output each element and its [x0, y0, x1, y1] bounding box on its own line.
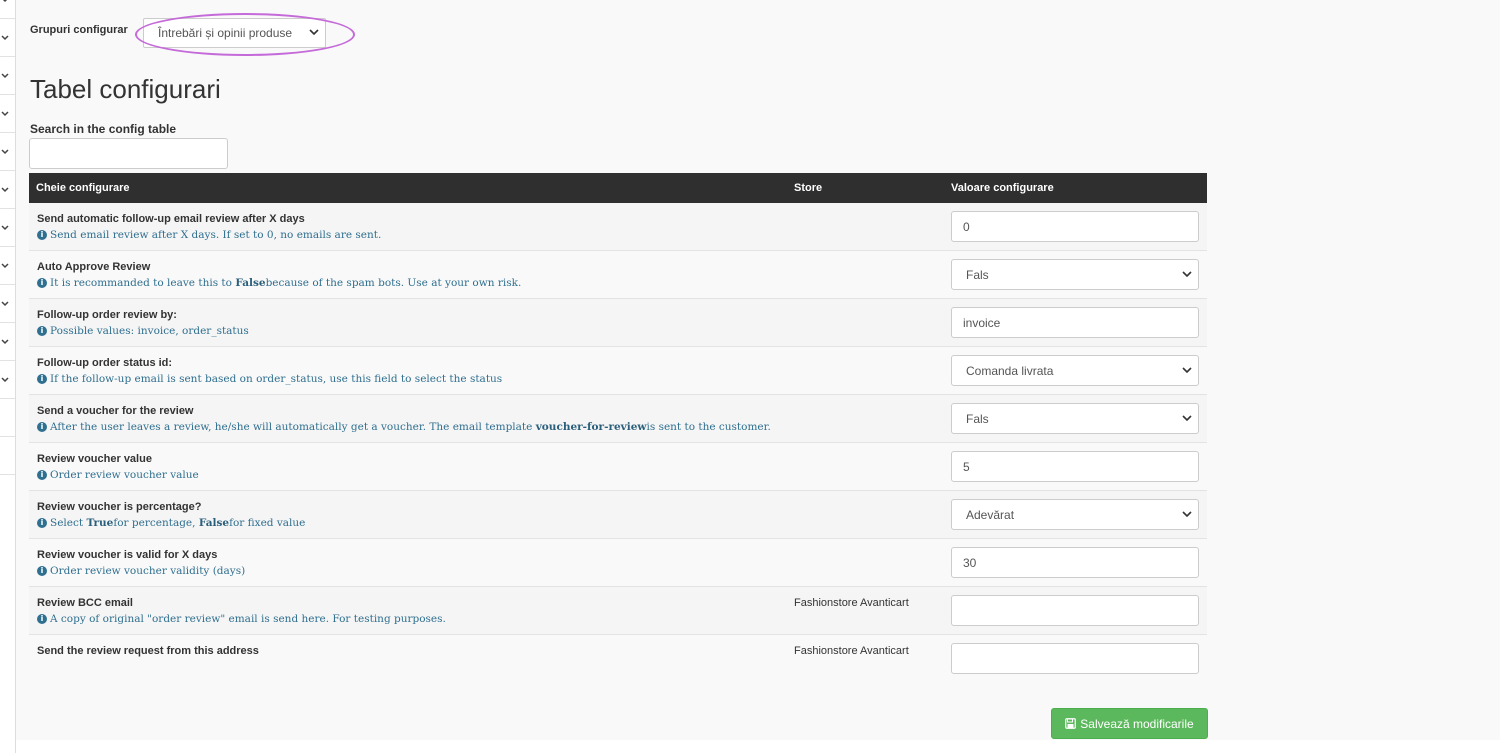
value-input[interactable] — [951, 643, 1199, 674]
row-title: Send the review request from this addres… — [37, 645, 259, 657]
row-description: i Possible values: invoice, order_status — [37, 325, 249, 337]
row-title: Follow-up order review by: — [37, 309, 177, 321]
info-circle-icon: i — [37, 470, 47, 480]
value-select[interactable]: Adevărat — [951, 499, 1199, 530]
sidebar-expand-toggle[interactable] — [0, 95, 15, 133]
column-header-key: Cheie configurare — [36, 182, 130, 194]
value-input[interactable]: 0 — [951, 211, 1199, 242]
sidebar-expand-toggle[interactable] — [0, 0, 15, 19]
row-title: Review voucher value — [37, 453, 152, 465]
chevron-down-icon — [1, 34, 9, 40]
table-row: Send the review request from this addres… — [29, 635, 1207, 682]
sidebar-item[interactable] — [0, 399, 15, 437]
page-title: Tabel configurari — [30, 74, 221, 104]
row-title: Auto Approve Review — [37, 261, 151, 273]
sidebar-expand-toggle[interactable] — [0, 209, 15, 247]
row-title: Follow-up order status id: — [37, 357, 173, 369]
config-table: Cheie configurare Store Valoare configur… — [29, 173, 1207, 682]
row-title: Review voucher is percentage? — [37, 501, 202, 513]
chevron-down-icon — [309, 29, 319, 36]
chevron-down-icon — [1182, 367, 1192, 374]
chevron-down-icon — [1, 262, 9, 268]
sidebar-expand-toggle[interactable] — [0, 57, 15, 95]
row-store: Fashionstore Avanticart — [794, 645, 909, 657]
row-description: i If the follow-up email is sent based on… — [37, 373, 502, 385]
row-title: Send a voucher for the review — [37, 405, 194, 417]
search-label: Search in the config table — [30, 122, 177, 136]
floppy-disk-icon — [1065, 718, 1077, 729]
table-header: Cheie configurare Store Valoare configur… — [29, 173, 1207, 203]
info-circle-icon: i — [37, 326, 47, 336]
sidebar-expand-toggle[interactable] — [0, 171, 15, 209]
row-description: i Send email review after X days. If set … — [37, 229, 381, 241]
chevron-down-icon — [1, 300, 9, 306]
row-title: Send automatic follow-up email review af… — [37, 213, 305, 225]
info-circle-icon: i — [37, 614, 47, 624]
info-circle-icon: i — [37, 422, 47, 432]
sidebar-expand-toggle[interactable] — [0, 285, 15, 323]
table-row: Send a voucher for the review i After the… — [29, 395, 1207, 443]
chevron-down-icon — [1182, 511, 1192, 518]
table-row: Send automatic follow-up email review af… — [29, 203, 1207, 251]
chevron-down-icon — [1, 376, 9, 382]
row-description: i Select True for percentage, False for f… — [37, 517, 305, 529]
table-row: Review voucher is percentage? i Select Tr… — [29, 491, 1207, 539]
table-row: Follow-up order review by: i Possible val… — [29, 299, 1207, 347]
sidebar-expand-toggle[interactable] — [0, 19, 15, 57]
chevron-down-icon — [1182, 415, 1192, 422]
save-changes-button[interactable]: Salvează modificarile — [1051, 708, 1208, 739]
sidebar-expand-toggle[interactable] — [0, 361, 15, 399]
column-header-value: Valoare configurare — [951, 182, 1054, 194]
chevron-down-icon — [1, 224, 9, 230]
sidebar-expand-toggle[interactable] — [0, 247, 15, 285]
row-description: i After the user leaves a review, he/she … — [37, 421, 771, 433]
sidebar-expand-toggle[interactable] — [0, 133, 15, 171]
row-title: Review voucher is valid for X days — [37, 549, 218, 561]
config-group-selected: Întrebări și opinii produse — [158, 26, 293, 40]
row-description: i Order review voucher validity (days) — [37, 565, 245, 577]
value-input[interactable] — [951, 595, 1199, 626]
info-circle-icon: i — [37, 374, 47, 384]
chevron-down-icon — [1, 148, 9, 154]
chevron-down-icon — [1, 110, 9, 116]
value-select[interactable]: Fals — [951, 259, 1199, 290]
row-description: i It is recommanded to leave this to Fals… — [37, 277, 521, 289]
column-header-store: Store — [794, 182, 823, 194]
left-sidebar — [0, 0, 16, 753]
value-input[interactable]: invoice — [951, 307, 1199, 338]
value-input[interactable]: 5 — [951, 451, 1199, 482]
main-content: Grupuri configurar Întrebări și opinii p… — [16, 0, 1500, 740]
value-select[interactable]: Fals — [951, 403, 1199, 434]
value-select[interactable]: Comanda livrata — [951, 355, 1199, 386]
row-store: Fashionstore Avanticart — [794, 597, 909, 609]
config-group-select[interactable]: Întrebări și opinii produse — [143, 18, 326, 48]
save-button-label: Salvează modificarile — [1080, 716, 1194, 731]
chevron-down-icon — [1, 72, 9, 78]
chevron-down-icon — [1, 186, 9, 192]
table-row: Follow-up order status id: i If the follo… — [29, 347, 1207, 395]
value-input[interactable]: 30 — [951, 547, 1199, 578]
table-row: Review voucher value i Order review vouch… — [29, 443, 1207, 491]
info-circle-icon: i — [37, 518, 47, 528]
row-description: i Order review voucher value — [37, 469, 199, 481]
search-input[interactable] — [29, 138, 228, 169]
sidebar-item[interactable] — [0, 437, 15, 475]
config-groups-label: Grupuri configurar — [30, 24, 128, 36]
row-description: iA copy of original "order review" email… — [37, 613, 446, 625]
chevron-down-icon — [1182, 271, 1192, 278]
table-row: Review voucher is valid for X days i Orde… — [29, 539, 1207, 587]
sidebar-expand-toggle[interactable] — [0, 323, 15, 361]
row-title: Review BCC email — [37, 597, 133, 609]
chevron-down-icon — [1, 338, 9, 344]
table-row: Auto Approve Review i It is recommanded t… — [29, 251, 1207, 299]
info-circle-icon: i — [37, 566, 47, 576]
table-row: Review BCC email iA copy of original "or… — [29, 587, 1207, 635]
chevron-down-icon — [3, 0, 7, 2]
info-circle-icon: i — [37, 278, 47, 288]
info-circle-icon: i — [37, 230, 47, 240]
